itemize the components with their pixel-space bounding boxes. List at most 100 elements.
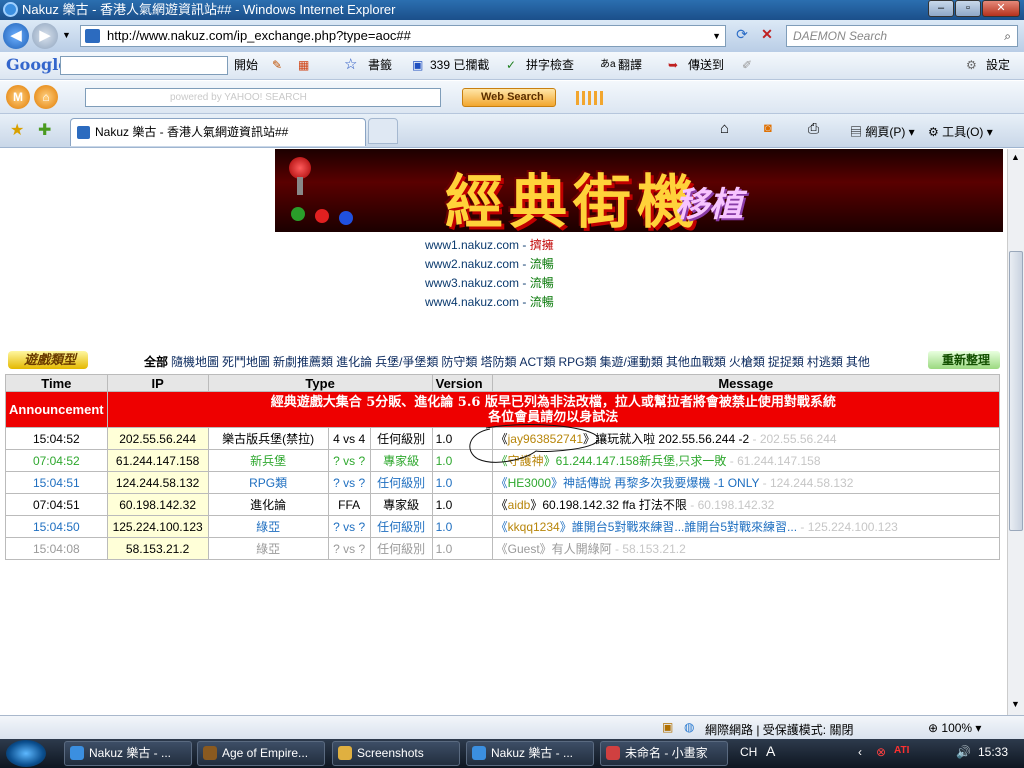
tab-nakuz[interactable]: Nakuz 樂古 - 香港人氣網遊資訊站## xyxy=(70,118,366,146)
tray-ati-icon[interactable]: ATI xyxy=(894,745,909,756)
category-link[interactable]: 防守類 xyxy=(441,355,477,369)
mirror-link[interactable]: www3.nakuz.com - 流暢 xyxy=(425,274,554,291)
sendto-button[interactable]: 傳送到 xyxy=(688,52,724,78)
category-link[interactable]: 其他血戰類 xyxy=(666,355,726,369)
refresh-list-button[interactable]: 重新整理 xyxy=(928,351,1000,369)
yahoo-search-input[interactable]: powered by YAHOO! SEARCH xyxy=(85,88,441,107)
cell-message: 《aidb》60.198.142.32 ffa 打法不限 - 60.198.14… xyxy=(491,493,1001,516)
pencil-icon[interactable]: ✐ xyxy=(742,52,752,78)
spellcheck-button[interactable]: 拼字檢查 xyxy=(526,52,574,78)
forward-button[interactable]: ▶ xyxy=(32,23,58,49)
category-link[interactable]: 兵堡/爭堡類 xyxy=(375,355,438,369)
yahoo-web-search-button[interactable]: Web Search xyxy=(462,88,556,107)
arcade-banner[interactable]: 經典街機 移植 xyxy=(275,149,1003,232)
table-row[interactable]: 15:04:08 58.153.21.2 綠亞? vs ? 任何級別 1.0 《Guest… xyxy=(5,537,1001,560)
category-link[interactable]: 其他 xyxy=(846,355,870,369)
home-icon[interactable]: ⌂ xyxy=(720,120,729,137)
tab-title: Nakuz 樂古 - 香港人氣網遊資訊站## xyxy=(95,125,289,139)
stop-icon[interactable]: ✕ xyxy=(756,26,778,46)
scroll-down-icon[interactable]: ▼ xyxy=(1011,699,1020,709)
taskbar-button[interactable]: Screenshots xyxy=(332,741,460,766)
category-link[interactable]: 進化論 xyxy=(336,355,372,369)
tray-security-icon[interactable]: ⊗ xyxy=(876,745,886,759)
close-window-button[interactable]: ✕ xyxy=(982,0,1020,17)
category-link[interactable]: 新劇推薦類 xyxy=(273,355,333,369)
message-user[interactable]: HE3000 xyxy=(508,476,551,490)
settings-gear-icon: ⚙ xyxy=(966,58,977,72)
cell-version: 1.0 xyxy=(431,493,493,516)
popup-blocked-count[interactable]: 339 已攔截 xyxy=(430,52,489,78)
back-button[interactable]: ◀ xyxy=(3,23,29,49)
translate-button[interactable]: 翻譯 xyxy=(618,52,642,78)
toolbar-m-icon[interactable]: M xyxy=(6,85,30,109)
clock[interactable]: 15:33 xyxy=(978,745,1008,759)
scroll-up-icon[interactable]: ▲ xyxy=(1011,152,1020,162)
google-settings-button[interactable]: 設定 xyxy=(986,52,1010,78)
task-app-icon xyxy=(606,746,620,760)
taskbar: Nakuz 樂古 - ... Age of Empire... Screenshot… xyxy=(0,739,1024,768)
history-dropdown-icon[interactable]: ▼ xyxy=(62,30,71,40)
google-apps-icon[interactable]: ▦ xyxy=(298,52,309,78)
bookmark-star-icon[interactable]: ☆ xyxy=(344,52,357,78)
message-text: 誰開台5對戰來練習...誰開台5對戰來練習... xyxy=(571,520,798,534)
favorites-star-icon[interactable]: ★ xyxy=(10,120,24,140)
google-toolbar: Google 開始 ✎ ▦ ☆ 書籤 ▣ 339 已攔截 ✓ 拼字檢查 あa 翻… xyxy=(0,52,1024,80)
category-link[interactable]: 塔防類 xyxy=(480,355,516,369)
refresh-icon[interactable]: ⟳ xyxy=(731,26,753,46)
category-link[interactable]: 捉捉類 xyxy=(768,355,804,369)
category-link[interactable]: 死鬥地圖 xyxy=(222,355,270,369)
google-search-input[interactable] xyxy=(60,56,228,75)
zone-status[interactable]: 網際網路 | 受保護模式: 關閉 xyxy=(705,721,853,738)
taskbar-button[interactable]: Age of Empire... xyxy=(197,741,325,766)
spellcheck-icon: ✓ xyxy=(506,58,517,72)
add-favorite-icon[interactable]: ✚ xyxy=(38,120,51,140)
highlight-icon[interactable]: ✎ xyxy=(272,52,282,78)
category-link[interactable]: 村逃類 xyxy=(807,355,843,369)
table-row[interactable]: 07:04:51 60.198.142.32 進化論 FFA 專家級 1.0 《aidb》6… xyxy=(5,493,1001,516)
ime-icon[interactable]: A xyxy=(766,743,775,759)
category-link[interactable]: 全部 xyxy=(144,355,168,369)
mirror-link[interactable]: www2.nakuz.com - 流暢 xyxy=(425,255,554,272)
category-link[interactable]: RPG類 xyxy=(558,355,596,369)
cell-mode: ? vs ? xyxy=(327,515,371,538)
search-input[interactable]: DAEMON Search ⌕ xyxy=(786,25,1018,47)
cell-ip: 61.244.147.158 xyxy=(106,449,209,472)
google-start-button[interactable]: 開始 xyxy=(234,52,258,78)
category-link[interactable]: ACT類 xyxy=(519,355,555,369)
taskbar-button[interactable]: 未命名 - 小畫家 xyxy=(600,741,728,766)
maximize-button[interactable]: ▫ xyxy=(955,0,981,17)
taskbar-button[interactable]: Nakuz 樂古 - ... xyxy=(466,741,594,766)
cell-type: RPG類 xyxy=(207,471,329,494)
new-tab-button[interactable] xyxy=(368,118,398,144)
print-icon[interactable]: ⎙ xyxy=(808,120,819,137)
language-indicator[interactable]: CH xyxy=(740,745,757,759)
address-input[interactable]: http://www.nakuz.com/ip_exchange.php?typ… xyxy=(80,25,726,47)
mirror-link[interactable]: www4.nakuz.com - 流暢 xyxy=(425,293,554,310)
category-link[interactable]: 火槍類 xyxy=(729,355,765,369)
message-user[interactable]: Guest xyxy=(508,542,540,556)
bookmarks-button[interactable]: 書籤 xyxy=(368,52,392,78)
category-link[interactable]: 集遊/運動類 xyxy=(599,355,662,369)
mirror-link[interactable]: www1.nakuz.com - 擠擁 xyxy=(425,236,554,253)
tray-expand-icon[interactable]: ‹ xyxy=(858,745,862,759)
page-menu-button[interactable]: ▤ 網頁(P) ▾ xyxy=(850,123,915,140)
table-row[interactable]: 15:04:51 124.244.58.132 RPG類? vs ? 任何級別 1.0 《… xyxy=(5,471,1001,494)
tray-volume-icon[interactable]: 🔊 xyxy=(956,745,971,759)
table-row[interactable]: 15:04:50 125.224.100.123 綠亞? vs ? 任何級別 1.0 《k… xyxy=(5,515,1001,538)
rss-feed-icon[interactable]: ◙ xyxy=(764,120,772,135)
scroll-thumb[interactable] xyxy=(1009,251,1023,531)
message-user[interactable]: aidb xyxy=(508,498,531,512)
tools-menu-button[interactable]: ⚙ 工具(O) ▾ xyxy=(928,123,993,140)
start-button[interactable] xyxy=(6,740,46,767)
category-link[interactable]: 隨機地圖 xyxy=(171,355,219,369)
zoom-button[interactable]: ⊕ 100% ▾ xyxy=(928,721,981,735)
message-ip-ghost: - 58.153.21.2 xyxy=(615,542,686,556)
hand-drawn-circle xyxy=(469,424,599,463)
search-icon[interactable]: ⌕ xyxy=(1004,26,1011,46)
taskbar-button[interactable]: Nakuz 樂古 - ... xyxy=(64,741,192,766)
minimize-button[interactable]: – xyxy=(928,0,954,17)
message-user[interactable]: kkqq1234 xyxy=(508,520,560,534)
vertical-scrollbar[interactable]: ▲ ▼ xyxy=(1007,149,1024,715)
address-dropdown-icon[interactable]: ▼ xyxy=(712,26,721,46)
toolbar-home-icon[interactable]: ⌂ xyxy=(34,85,58,109)
